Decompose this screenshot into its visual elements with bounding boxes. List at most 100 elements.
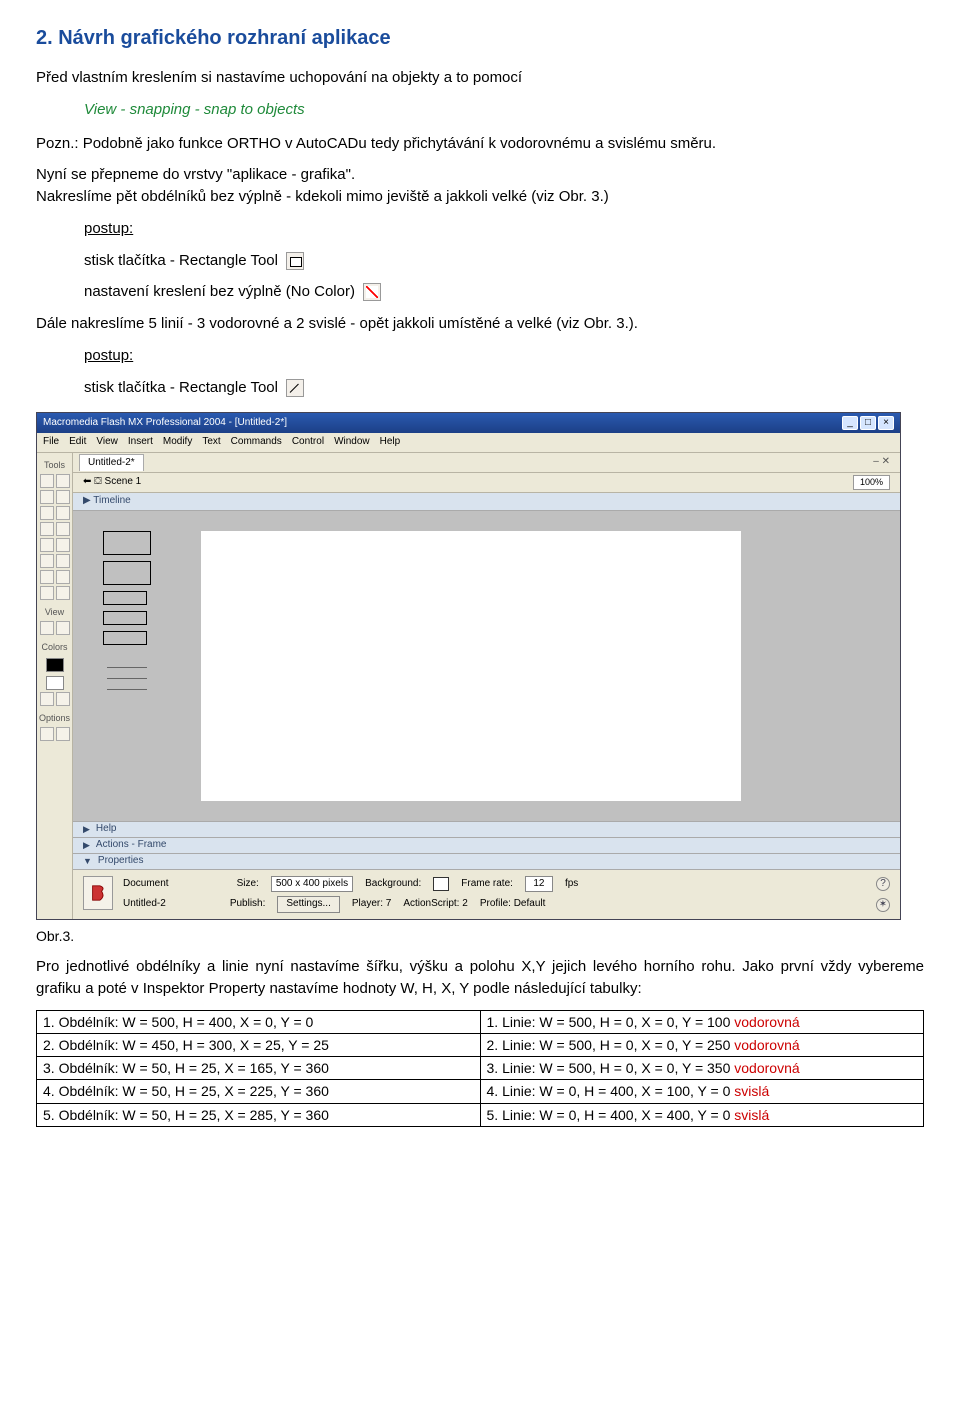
colors-label: Colors	[41, 641, 67, 654]
option-1[interactable]	[40, 727, 54, 741]
tool-brush[interactable]	[56, 538, 70, 552]
window-title: Macromedia Flash MX Professional 2004 - …	[43, 416, 287, 431]
menu-view[interactable]: View	[96, 435, 118, 450]
orientation-tag: vodorovná	[734, 1060, 799, 1076]
tool-paintbucket[interactable]	[56, 570, 70, 584]
help-icon[interactable]: ?	[876, 877, 890, 891]
maximize-icon[interactable]: □	[860, 416, 876, 430]
window-titlebar: Macromedia Flash MX Professional 2004 - …	[37, 413, 900, 433]
tool-inkbottle[interactable]	[40, 570, 54, 584]
minimize-icon[interactable]: _	[842, 416, 858, 430]
table-cell-line: 5. Linie: W = 0, H = 400, X = 400, Y = 0…	[480, 1103, 924, 1126]
menu-window[interactable]: Window	[334, 435, 370, 450]
tool-eyedropper[interactable]	[40, 586, 54, 600]
frame-rate-label: Frame rate:	[461, 877, 513, 892]
tab-close-controls[interactable]: – ✕	[873, 455, 890, 470]
stage-canvas[interactable]	[201, 531, 741, 801]
zoom-select[interactable]: 100%	[853, 475, 890, 490]
scene-name[interactable]: ⬅ ⛋ Scene 1	[83, 475, 141, 490]
tool-arrow[interactable]	[40, 474, 54, 488]
document-tab[interactable]: Untitled-2*	[79, 454, 144, 472]
tool-zoom[interactable]	[56, 621, 70, 635]
rectangle-shape[interactable]	[103, 631, 147, 645]
menu-help[interactable]: Help	[380, 435, 401, 450]
line-shape[interactable]	[107, 689, 147, 690]
no-color-icon	[363, 283, 381, 301]
table-cell-rect: 3. Obdélník: W = 50, H = 25, X = 165, Y …	[37, 1057, 481, 1080]
tool-text[interactable]	[56, 506, 70, 520]
table-cell-line: 3. Linie: W = 500, H = 0, X = 0, Y = 350…	[480, 1057, 924, 1080]
properties-panel-header[interactable]: Properties	[98, 854, 144, 869]
tool-rectangle[interactable]	[56, 522, 70, 536]
player-label: Player: 7	[352, 897, 391, 912]
rectangle-shape[interactable]	[103, 561, 151, 585]
expand-icon[interactable]: ▶	[83, 839, 90, 852]
settings-button[interactable]: Settings...	[277, 896, 339, 913]
background-label: Background:	[365, 877, 421, 892]
timeline-label[interactable]: ▶ Timeline	[83, 494, 131, 509]
line-shape[interactable]	[107, 678, 147, 679]
tool-freetransform[interactable]	[40, 554, 54, 568]
tool-hand[interactable]	[40, 621, 54, 635]
line-shape[interactable]	[107, 667, 147, 668]
no-color-btn[interactable]	[56, 692, 70, 706]
fill-color-swatch[interactable]	[46, 676, 64, 690]
expand-icon[interactable]: ▶	[83, 823, 90, 836]
view-label: View	[45, 606, 64, 619]
tool-subselect[interactable]	[56, 474, 70, 488]
dimensions-table: 1. Obdélník: W = 500, H = 400, X = 0, Y …	[36, 1010, 924, 1127]
menu-edit[interactable]: Edit	[69, 435, 86, 450]
profile-label: Profile: Default	[480, 897, 546, 912]
actionscript-label: ActionScript: 2	[403, 897, 467, 912]
options-label: Options	[39, 712, 70, 725]
table-cell-rect: 4. Obdélník: W = 50, H = 25, X = 225, Y …	[37, 1080, 481, 1103]
stage-area	[73, 511, 900, 821]
para-table-intro: Pro jednotlivé obdélníky a linie nyní na…	[36, 956, 924, 1000]
tools-label: Tools	[44, 459, 65, 472]
swap-colors-icon[interactable]	[40, 692, 54, 706]
menu-control[interactable]: Control	[292, 435, 324, 450]
tool-filltransform[interactable]	[56, 554, 70, 568]
tool-pen[interactable]	[40, 506, 54, 520]
table-cell-line: 1. Linie: W = 500, H = 0, X = 0, Y = 100…	[480, 1010, 924, 1033]
tool-oval[interactable]	[40, 522, 54, 536]
menu-file[interactable]: File	[43, 435, 59, 450]
rectangle-shape[interactable]	[103, 531, 151, 555]
stroke-color-swatch[interactable]	[46, 658, 64, 672]
document-icon	[83, 876, 113, 910]
publish-label: Publish:	[230, 897, 266, 912]
rectangle-tool-icon	[286, 252, 304, 270]
fps-label: fps	[565, 877, 578, 892]
tool-line[interactable]	[40, 490, 54, 504]
tool-eraser[interactable]	[56, 586, 70, 600]
table-cell-line: 2. Linie: W = 500, H = 0, X = 0, Y = 250…	[480, 1033, 924, 1056]
expand-settings-icon[interactable]: ✶	[876, 898, 890, 912]
step-rectangle-tool: stisk tlačítka - Rectangle Tool	[84, 252, 278, 269]
postup-label-2: postup:	[84, 347, 133, 364]
menu-bar: File Edit View Insert Modify Text Comman…	[37, 433, 900, 453]
frame-rate-input[interactable]: 12	[525, 876, 553, 893]
menu-commands[interactable]: Commands	[231, 435, 282, 450]
table-cell-rect: 1. Obdélník: W = 500, H = 400, X = 0, Y …	[37, 1010, 481, 1033]
figure-caption: Obr.3.	[36, 926, 924, 946]
drawn-shapes	[103, 531, 183, 690]
rectangle-shape[interactable]	[103, 591, 147, 605]
menu-text[interactable]: Text	[202, 435, 220, 450]
menu-insert[interactable]: Insert	[128, 435, 153, 450]
menu-modify[interactable]: Modify	[163, 435, 192, 450]
orientation-tag: svislá	[734, 1083, 769, 1099]
close-icon[interactable]: ×	[878, 416, 894, 430]
tool-lasso[interactable]	[56, 490, 70, 504]
option-2[interactable]	[56, 727, 70, 741]
background-color-swatch[interactable]	[433, 877, 449, 891]
text: Nakreslíme pět obdélníků bez výplně - kd…	[36, 188, 609, 205]
rectangle-shape[interactable]	[103, 611, 147, 625]
collapse-icon[interactable]: ▼	[83, 855, 92, 868]
table-cell-rect: 2. Obdélník: W = 450, H = 300, X = 25, Y…	[37, 1033, 481, 1056]
actions-panel[interactable]: Actions - Frame	[96, 838, 167, 853]
flash-screenshot: Macromedia Flash MX Professional 2004 - …	[36, 412, 901, 920]
postup-label: postup:	[84, 220, 133, 237]
size-value-button[interactable]: 500 x 400 pixels	[271, 876, 353, 893]
help-panel[interactable]: Help	[96, 822, 117, 837]
tool-pencil[interactable]	[40, 538, 54, 552]
